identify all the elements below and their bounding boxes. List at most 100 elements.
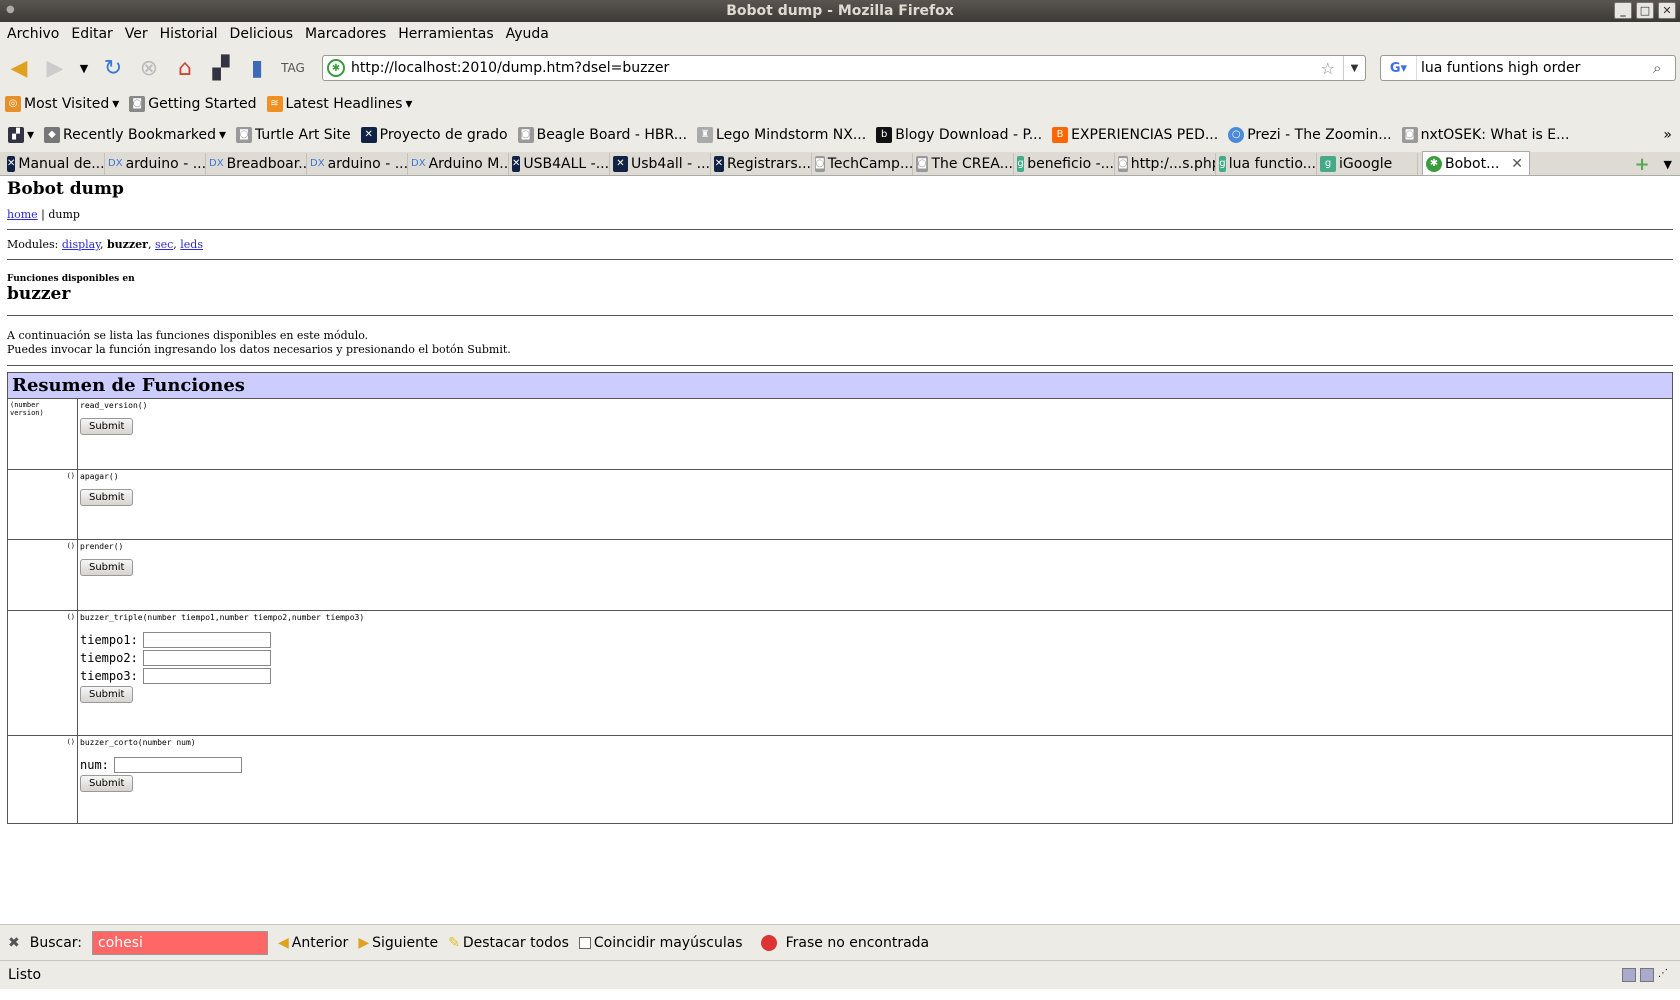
bookmark-item[interactable]: b Blogy Download - P... xyxy=(876,127,1042,143)
page-content: Bobot dump home | dump Modules: display,… xyxy=(0,176,1680,924)
dx-icon: DX xyxy=(310,158,325,169)
tab[interactable]: ◙ The CREA... xyxy=(913,153,1014,175)
resize-grip-icon[interactable]: ⋰ xyxy=(1658,968,1672,982)
menu-herramientas[interactable]: Herramientas xyxy=(394,26,501,42)
tiempo3-input[interactable] xyxy=(142,668,271,684)
bookmark-item[interactable]: ✕ Proyecto de grado xyxy=(360,127,508,143)
overflow-chevron-icon[interactable]: » xyxy=(1663,127,1672,143)
url-text[interactable]: http://localhost:2010/dump.htm?dsel=buzz… xyxy=(351,60,1321,76)
menu-editar[interactable]: Editar xyxy=(67,26,120,42)
window-menu-icon[interactable]: ● xyxy=(6,4,15,15)
bookmark-item[interactable]: ◆ Recently Bookmarked ▾ xyxy=(44,127,226,143)
delicious-icon[interactable]: ▞ xyxy=(206,53,236,83)
tiempo2-input[interactable] xyxy=(142,650,271,666)
tab[interactable]: ✕ Usb4all - ... xyxy=(610,153,711,175)
find-status: Frase no encontrada xyxy=(760,934,929,951)
x-logo-icon: ✕ xyxy=(613,156,628,172)
close-find-icon[interactable]: ✖ xyxy=(8,935,20,951)
bookmark-most-visited[interactable]: ◎ Most Visited ▾ xyxy=(5,96,119,112)
tab-active[interactable]: ✱ Bobot... ✕ xyxy=(1422,151,1530,175)
tab[interactable]: g lua functio... xyxy=(1216,153,1317,175)
bookmark-item[interactable]: ♜ Lego Mindstorm NX... xyxy=(697,127,866,143)
tiempo3-field: tiempo3: xyxy=(80,668,1670,684)
stop-icon[interactable]: ⊗ xyxy=(134,53,164,83)
robot-icon: ♜ xyxy=(697,127,714,143)
tag-icon[interactable]: TAG xyxy=(278,53,308,83)
back-icon[interactable]: ◀ xyxy=(4,53,34,83)
close-tab-icon[interactable]: ✕ xyxy=(1511,156,1523,172)
checkbox-icon[interactable] xyxy=(578,936,591,949)
module-link-leds[interactable]: leds xyxy=(180,238,203,251)
site-identity-icon[interactable]: ✱ xyxy=(327,59,345,77)
module-link-sec[interactable]: sec xyxy=(155,238,173,251)
delicious-menu[interactable]: ▞ ▾ xyxy=(8,127,34,143)
submit-button[interactable]: Submit xyxy=(80,775,134,792)
search-input[interactable]: lua funtions high order xyxy=(1417,60,1653,76)
url-bar[interactable]: ✱ http://localhost:2010/dump.htm?dsel=bu… xyxy=(322,55,1366,81)
bookmark-item[interactable]: ◙ Beagle Board - HBR... xyxy=(517,127,687,143)
submit-button[interactable]: Submit xyxy=(80,489,134,506)
num-input[interactable] xyxy=(113,757,242,773)
bookmark-getting-started[interactable]: ◙ Getting Started xyxy=(129,96,257,112)
search-icon[interactable]: ⌕ xyxy=(1653,59,1675,77)
bookmark-item[interactable]: B EXPERIENCIAS PED... xyxy=(1052,127,1218,143)
home-link[interactable]: home xyxy=(7,208,38,221)
tiempo1-input[interactable] xyxy=(142,632,271,648)
new-tab-icon[interactable]: + xyxy=(1634,154,1649,175)
tab[interactable]: g beneficio -... xyxy=(1014,153,1115,175)
bookmark-item[interactable]: ○ Prezi - The Zoomin... xyxy=(1228,127,1392,143)
function-signature: buzzer_corto(number num) xyxy=(80,738,196,747)
tab[interactable]: DX arduino - ... xyxy=(307,153,408,175)
submit-button[interactable]: Submit xyxy=(80,418,134,435)
find-input[interactable]: cohesi xyxy=(92,930,269,955)
menu-delicious[interactable]: Delicious xyxy=(226,26,302,42)
page-icon: ◙ xyxy=(1401,127,1418,143)
home-icon[interactable]: ⌂ xyxy=(170,53,200,83)
bookmark-item[interactable]: ◙ nxtOSEK: What is E... xyxy=(1401,127,1569,143)
num-field: num: xyxy=(80,757,1670,773)
submit-button[interactable]: Submit xyxy=(80,559,134,576)
menu-marcadores[interactable]: Marcadores xyxy=(301,26,394,42)
find-next-button[interactable]: ▶ Siguiente xyxy=(358,935,438,951)
tab[interactable]: DX arduino - ... xyxy=(105,153,206,175)
status-addon-icon[interactable] xyxy=(1640,968,1654,982)
google-engine-icon[interactable]: G▾ xyxy=(1381,56,1417,80)
bookmark-item[interactable]: ◙ Turtle Art Site xyxy=(236,127,351,143)
forward-icon[interactable]: ▶ xyxy=(40,53,70,83)
tab[interactable]: DX Arduino M... xyxy=(408,153,509,175)
menu-ayuda[interactable]: Ayuda xyxy=(502,26,557,42)
find-previous-button[interactable]: ◀ Anterior xyxy=(278,935,348,951)
submit-button[interactable]: Submit xyxy=(80,686,134,703)
maximize-button[interactable]: □ xyxy=(1636,2,1654,19)
delicious-status-icon[interactable] xyxy=(1622,968,1636,982)
search-bar[interactable]: G▾ lua funtions high order ⌕ xyxy=(1380,55,1676,81)
match-case-checkbox[interactable]: Coincidir mayúsculas xyxy=(578,935,743,951)
tab[interactable]: g iGoogle xyxy=(1317,153,1418,175)
table-row: () prender() Submit xyxy=(7,539,1673,611)
minimize-button[interactable]: _ xyxy=(1614,2,1632,19)
menu-ver[interactable]: Ver xyxy=(121,26,156,42)
tab[interactable]: ✕ Manual de... xyxy=(4,153,105,175)
bookmark-star-icon[interactable]: ☆ xyxy=(1321,59,1335,78)
url-dropdown-icon[interactable]: ▼ xyxy=(1343,56,1365,80)
tab[interactable]: DX Breadboar... xyxy=(206,153,307,175)
tiempo2-field: tiempo2: xyxy=(80,650,1670,666)
tab[interactable]: ✕ USB4ALL -... xyxy=(509,153,610,175)
bookmark-latest-headlines[interactable]: ≋ Latest Headlines ▾ xyxy=(266,96,412,112)
reload-icon[interactable]: ↻ xyxy=(98,53,128,83)
history-dropdown-icon[interactable]: ▼ xyxy=(76,53,92,83)
subheading: Funciones disponibles en xyxy=(7,274,135,284)
tab[interactable]: ◙ TechCamp... xyxy=(812,153,913,175)
tab[interactable]: ✕ Registrars... xyxy=(711,153,812,175)
highlight-all-button[interactable]: ✎ Destacar todos xyxy=(448,935,569,951)
tab[interactable]: ◙ http:/...s.php xyxy=(1115,153,1216,175)
module-link-display[interactable]: display xyxy=(62,238,100,251)
menu-archivo[interactable]: Archivo xyxy=(3,26,67,42)
function-cell: buzzer_triple(number tiempo1,number tiem… xyxy=(77,610,1673,736)
page-icon: ◙ xyxy=(517,127,534,143)
table-row: (number version) read_version() Submit xyxy=(7,398,1673,470)
bookmark-icon[interactable]: ▮ xyxy=(242,53,272,83)
menu-historial[interactable]: Historial xyxy=(156,26,226,42)
tab-list-icon[interactable]: ▼ xyxy=(1664,158,1672,171)
close-window-button[interactable]: ✕ xyxy=(1658,2,1676,19)
